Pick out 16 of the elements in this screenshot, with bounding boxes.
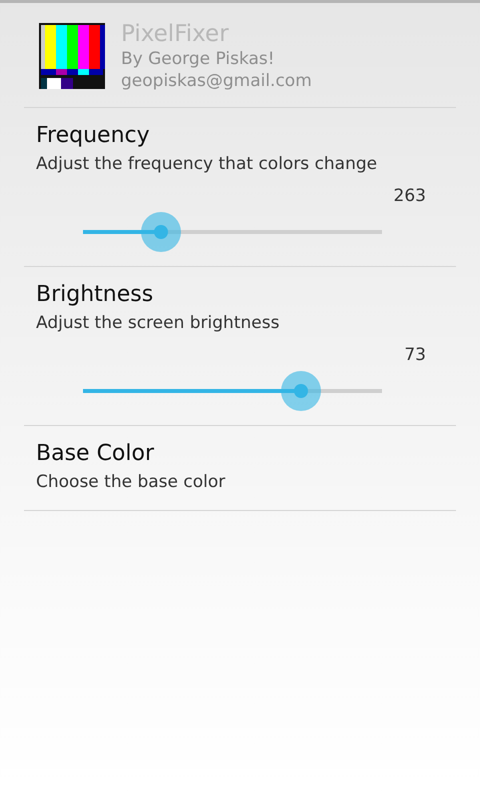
email-text: geopiskas@gmail.com [121,70,312,92]
preference-summary: Adjust the screen brightness [36,313,280,333]
preference-title: Frequency [36,123,150,148]
author-text: By George Piskas! [121,48,276,70]
app-logo-icon [39,23,105,89]
preference-title: Brightness [36,282,154,307]
preference-item[interactable]: Frequency Adjust the frequency that colors change 263 [24,108,456,267]
preference-summary: Choose the base color [36,472,226,492]
slider-thumb[interactable] [281,371,322,411]
slider-thumb[interactable] [140,212,181,252]
preference-title: Base Color [36,441,154,466]
preference-item[interactable]: Base Color Choose the base color [24,426,456,511]
value-text: 73 [404,345,426,365]
preference-summary: Adjust the frequency that colors change [36,154,378,174]
value-text: 263 [394,186,426,206]
preference-item[interactable]: Brightness Adjust the screen brightness 73 [24,267,456,426]
